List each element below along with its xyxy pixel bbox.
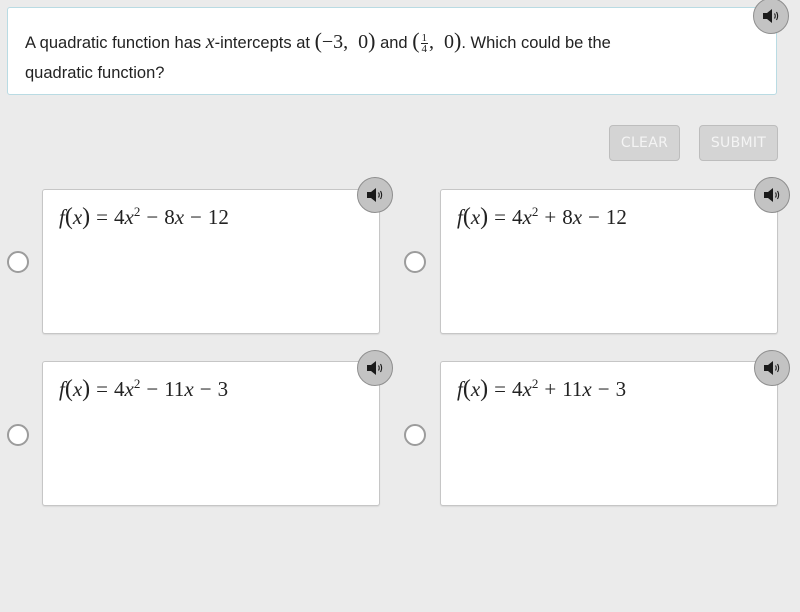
point-2: (1 4, 0) xyxy=(412,28,462,55)
question-text: A quadratic function has x-intercepts at… xyxy=(25,26,725,88)
fraction: 14 xyxy=(420,31,429,55)
choice-d-radio[interactable] xyxy=(404,424,426,446)
choice-b-equation: f(x) = 4x2 +8x −12 xyxy=(457,204,627,230)
choice-d-card[interactable]: f(x) = 4x2 +11x −3 xyxy=(440,361,778,506)
choice-c-radio[interactable] xyxy=(7,424,29,446)
question-text-part: -intercepts at xyxy=(214,34,315,52)
speaker-icon xyxy=(367,188,383,202)
speaker-icon xyxy=(764,188,780,202)
point-1: (−3, 0) xyxy=(314,28,376,53)
choice-c-card[interactable]: f(x) = 4x2−11x −3 xyxy=(42,361,380,506)
choice-b-card[interactable]: f(x) = 4x2 +8x −12 xyxy=(440,189,778,334)
choice-b-audio-button[interactable] xyxy=(754,177,790,213)
choice-d-audio-button[interactable] xyxy=(754,350,790,386)
choice-b-radio[interactable] xyxy=(404,251,426,273)
choice-a-radio[interactable] xyxy=(7,251,29,273)
clear-button[interactable]: CLEAR xyxy=(609,125,680,161)
choice-a-audio-button[interactable] xyxy=(357,177,393,213)
speaker-icon xyxy=(367,361,383,375)
math-variable: x xyxy=(205,31,215,53)
question-text-part: . Which could be the xyxy=(461,34,611,52)
question-text-part: quadratic function? xyxy=(25,64,165,82)
choice-a-equation: f(x) = 4x2−8x −12 xyxy=(59,204,229,230)
speaker-icon xyxy=(764,361,780,375)
question-text-part: A quadratic function has xyxy=(25,34,206,52)
choice-c-audio-button[interactable] xyxy=(357,350,393,386)
choice-c-equation: f(x) = 4x2−11x −3 xyxy=(59,376,229,402)
question-panel: A quadratic function has x-intercepts at… xyxy=(7,7,777,95)
choice-d-equation: f(x) = 4x2 +11x −3 xyxy=(457,376,627,402)
submit-button[interactable]: SUBMIT xyxy=(699,125,778,161)
question-text-part: and xyxy=(375,34,413,52)
assessment-page: A quadratic function has x-intercepts at… xyxy=(0,0,800,612)
question-audio-button[interactable] xyxy=(753,0,789,34)
speaker-icon xyxy=(763,9,779,23)
choice-a-card[interactable]: f(x) = 4x2−8x −12 xyxy=(42,189,380,334)
